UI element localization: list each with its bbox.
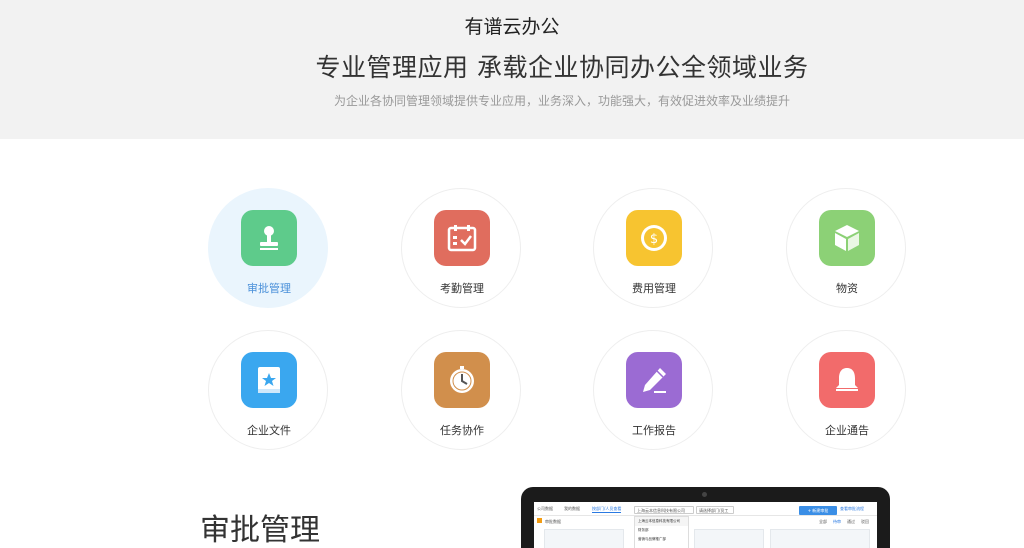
laptop-mockup: 公司数据 我的数据 按部门/人员查看 上海云本信息科技有限公司 请选择部门/员工… <box>521 487 890 548</box>
tab-my-data[interactable]: 我的数据 <box>564 506 580 512</box>
module-tasks[interactable]: 任务协作 <box>401 330 521 450</box>
filter-pending[interactable]: 待审 <box>833 519 841 525</box>
module-label: 考勤管理 <box>440 282 484 295</box>
tab-by-dept[interactable]: 按部门/人员查看 <box>592 506 622 513</box>
module-label: 工作报告 <box>632 424 676 437</box>
sub-title: 审批数据 <box>545 519 561 524</box>
clock-icon <box>434 352 490 408</box>
dropdown-option[interactable]: 营销与品牌推广部 <box>635 535 688 544</box>
module-label: 审批管理 <box>247 282 291 295</box>
module-approval[interactable]: 审批管理 <box>208 188 328 308</box>
module-expense[interactable]: $ 费用管理 <box>593 188 713 308</box>
stamp-icon <box>241 210 297 266</box>
bell-icon <box>819 352 875 408</box>
tab-company-data[interactable]: 公司数据 <box>537 506 553 512</box>
dept-select[interactable]: 请选择部门/员工 <box>696 506 734 514</box>
module-label: 物资 <box>836 282 858 295</box>
dropdown-option[interactable]: 财务部 <box>635 526 688 535</box>
module-label: 企业通告 <box>825 424 869 437</box>
filter-rejected[interactable]: 驳回 <box>861 519 869 525</box>
company-dropdown[interactable]: 上海云本信息科技有限公司 财务部 营销与品牌推广部 <box>634 516 689 548</box>
coin-icon: $ <box>626 210 682 266</box>
section-marker-icon <box>537 518 542 523</box>
module-label: 企业文件 <box>247 424 291 437</box>
module-documents[interactable]: 企业文件 <box>208 330 328 450</box>
laptop-screen: 公司数据 我的数据 按部门/人员查看 上海云本信息科技有限公司 请选择部门/员工… <box>534 502 877 548</box>
hero-banner: 有谱云办公 专业管理应用 承载企业协同办公全领域业务 为企业各协同管理领域提供专… <box>0 0 1024 139</box>
new-approval-button[interactable]: + 新建审批 <box>799 506 837 515</box>
module-label: 费用管理 <box>632 282 676 295</box>
box-icon <box>819 210 875 266</box>
screen-tab-bar: 公司数据 我的数据 按部门/人员查看 上海云本信息科技有限公司 请选择部门/员工… <box>534 502 877 516</box>
pencil-icon <box>626 352 682 408</box>
hero-headline: 专业管理应用 承载企业协同办公全领域业务 <box>315 53 809 82</box>
svg-text:$: $ <box>650 232 658 247</box>
calendar-check-icon <box>434 210 490 266</box>
filter-all[interactable]: 全部 <box>819 519 827 525</box>
camera-dot <box>702 492 707 497</box>
book-star-icon <box>241 352 297 408</box>
dropdown-option[interactable]: 上海云本信息科技有限公司 <box>635 517 688 526</box>
module-reports[interactable]: 工作报告 <box>593 330 713 450</box>
data-card <box>770 529 870 548</box>
screen-subbar: 审批数据 全部 待审 通过 驳回 <box>534 516 877 526</box>
module-supplies[interactable]: 物资 <box>786 188 906 308</box>
approval-flow-link[interactable]: 查看审批流程 <box>840 506 864 512</box>
company-select[interactable]: 上海云本信息科技有限公司 <box>634 506 694 514</box>
filter-approved[interactable]: 通过 <box>847 519 855 525</box>
data-card <box>694 529 764 548</box>
module-attendance[interactable]: 考勤管理 <box>401 188 521 308</box>
data-card <box>544 529 624 548</box>
section-title: 审批管理 <box>200 513 320 548</box>
hero-subline: 为企业各协同管理领域提供专业应用，业务深入，功能强大，有效促进效率及业绩提升 <box>333 94 790 108</box>
brand-title: 有谱云办公 <box>464 16 560 38</box>
module-notices[interactable]: 企业通告 <box>786 330 906 450</box>
module-label: 任务协作 <box>440 424 484 437</box>
